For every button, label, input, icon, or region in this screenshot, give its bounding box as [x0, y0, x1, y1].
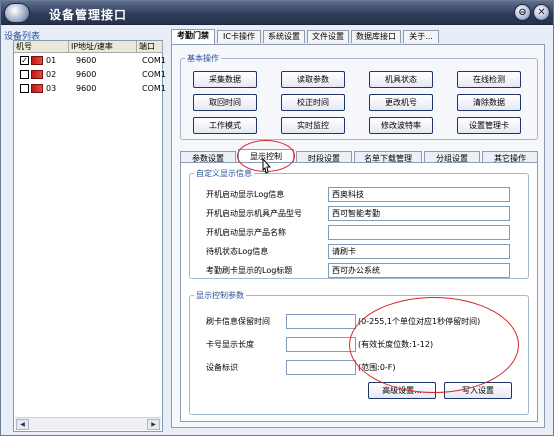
- tab-attendance[interactable]: 考勤门禁: [171, 29, 215, 44]
- card-length-field[interactable]: [286, 337, 356, 352]
- list-item[interactable]: 02 9600 COM1: [16, 68, 166, 82]
- basic-ops-group: 基本操作 采集数据 读取参数 机具状态 在线检测 取回时间 校正时间 更改机号 …: [180, 53, 538, 140]
- mouse-pointer-icon: [262, 157, 272, 174]
- tab-about[interactable]: 关于...: [403, 30, 439, 43]
- get-time-button[interactable]: 取回时间: [193, 94, 257, 111]
- change-baud-button[interactable]: 修改波特率: [369, 117, 433, 134]
- tab-database[interactable]: 数据库接口: [351, 30, 401, 43]
- device-checkbox[interactable]: ✓: [20, 56, 29, 65]
- attendance-title-label: 考勤刷卡显示的Log标题: [206, 266, 293, 275]
- read-params-button[interactable]: 读取参数: [281, 71, 345, 88]
- title-bar[interactable]: 设备管理接口 ⊖ ✕: [1, 1, 553, 25]
- device-id: 02: [46, 70, 57, 79]
- annotation-circle-notes: [349, 297, 519, 393]
- column-header-port[interactable]: 端口: [137, 41, 163, 53]
- basic-ops-title: 基本操作: [185, 53, 221, 64]
- device-icon: [31, 84, 43, 93]
- scroll-left-icon[interactable]: ◀: [16, 419, 29, 430]
- device-rate: 9600: [76, 56, 97, 65]
- device-checkbox[interactable]: [20, 70, 29, 79]
- set-admin-card-button[interactable]: 设置管理卡: [457, 117, 521, 134]
- custom-display-title: 自定义显示信息: [194, 168, 254, 179]
- device-list-panel: 设备列表 机号 IP地址/速率 端口 ✓ 01 9600 COM1 02 960…: [4, 30, 166, 432]
- attendance-title-field[interactable]: 西可办公系统: [328, 263, 510, 278]
- window-title: 设备管理接口: [49, 8, 128, 22]
- horizontal-scrollbar[interactable]: ◀ ▶: [15, 417, 161, 430]
- device-tag-field[interactable]: [286, 360, 356, 375]
- work-mode-button[interactable]: 工作模式: [193, 117, 257, 134]
- device-id: 03: [46, 84, 57, 93]
- device-port: COM1: [142, 70, 166, 79]
- online-check-button[interactable]: 在线检测: [457, 71, 521, 88]
- boot-model-field[interactable]: 西可智能考勤: [328, 206, 510, 221]
- boot-product-label: 开机启动显示产品名称: [206, 228, 286, 237]
- boot-product-field[interactable]: [328, 225, 510, 240]
- column-header-rate[interactable]: IP地址/速率: [69, 41, 137, 53]
- device-tag-label: 设备标识: [206, 363, 238, 372]
- list-item[interactable]: ✓ 01 9600 COM1: [16, 54, 166, 68]
- device-rate: 9600: [76, 84, 97, 93]
- column-header-id[interactable]: 机号: [14, 41, 69, 53]
- tab-ic-card[interactable]: IC卡操作: [217, 30, 261, 43]
- app-logo-icon: [4, 3, 30, 23]
- card-length-label: 卡号显示长度: [206, 340, 254, 349]
- standby-log-field[interactable]: 请刷卡: [328, 244, 510, 259]
- tab-system-settings[interactable]: 系统设置: [263, 30, 305, 43]
- retain-time-label: 刷卡信息保留时间: [206, 317, 270, 326]
- device-list[interactable]: 机号 IP地址/速率 端口 ✓ 01 9600 COM1 02 9600 COM…: [13, 40, 166, 432]
- device-port: COM1: [142, 56, 166, 65]
- tab-file-settings[interactable]: 文件设置: [307, 30, 349, 43]
- device-rate: 9600: [76, 70, 97, 79]
- collect-data-button[interactable]: 采集数据: [193, 71, 257, 88]
- realtime-monitor-button[interactable]: 实时监控: [281, 117, 345, 134]
- retain-time-field[interactable]: [286, 314, 356, 329]
- device-id: 01: [46, 56, 57, 65]
- machine-status-button[interactable]: 机具状态: [369, 71, 433, 88]
- boot-log-label: 开机启动显示Log信息: [206, 190, 285, 199]
- custom-display-group: 自定义显示信息 开机启动显示Log信息 西奥科技 开机启动显示机具产品型号 西可…: [189, 168, 529, 279]
- sync-time-button[interactable]: 校正时间: [281, 94, 345, 111]
- list-item[interactable]: 03 9600 COM1: [16, 82, 166, 96]
- boot-model-label: 开机启动显示机具产品型号: [206, 209, 302, 218]
- device-icon: [31, 56, 43, 65]
- display-params-title: 显示控制参数: [194, 290, 246, 301]
- standby-log-label: 待机状态Log信息: [206, 247, 269, 256]
- clear-data-button[interactable]: 清除数据: [457, 94, 521, 111]
- boot-log-field[interactable]: 西奥科技: [328, 187, 510, 202]
- scroll-right-icon[interactable]: ▶: [147, 419, 160, 430]
- change-id-button[interactable]: 更改机号: [369, 94, 433, 111]
- device-icon: [31, 70, 43, 79]
- close-button[interactable]: ✕: [533, 4, 550, 21]
- device-port: COM1: [142, 84, 166, 93]
- app-window: 设备管理接口 ⊖ ✕ 设备列表 机号 IP地址/速率 端口 ✓ 01 9600 …: [0, 0, 554, 436]
- device-checkbox[interactable]: [20, 84, 29, 93]
- minimize-button[interactable]: ⊖: [514, 4, 531, 21]
